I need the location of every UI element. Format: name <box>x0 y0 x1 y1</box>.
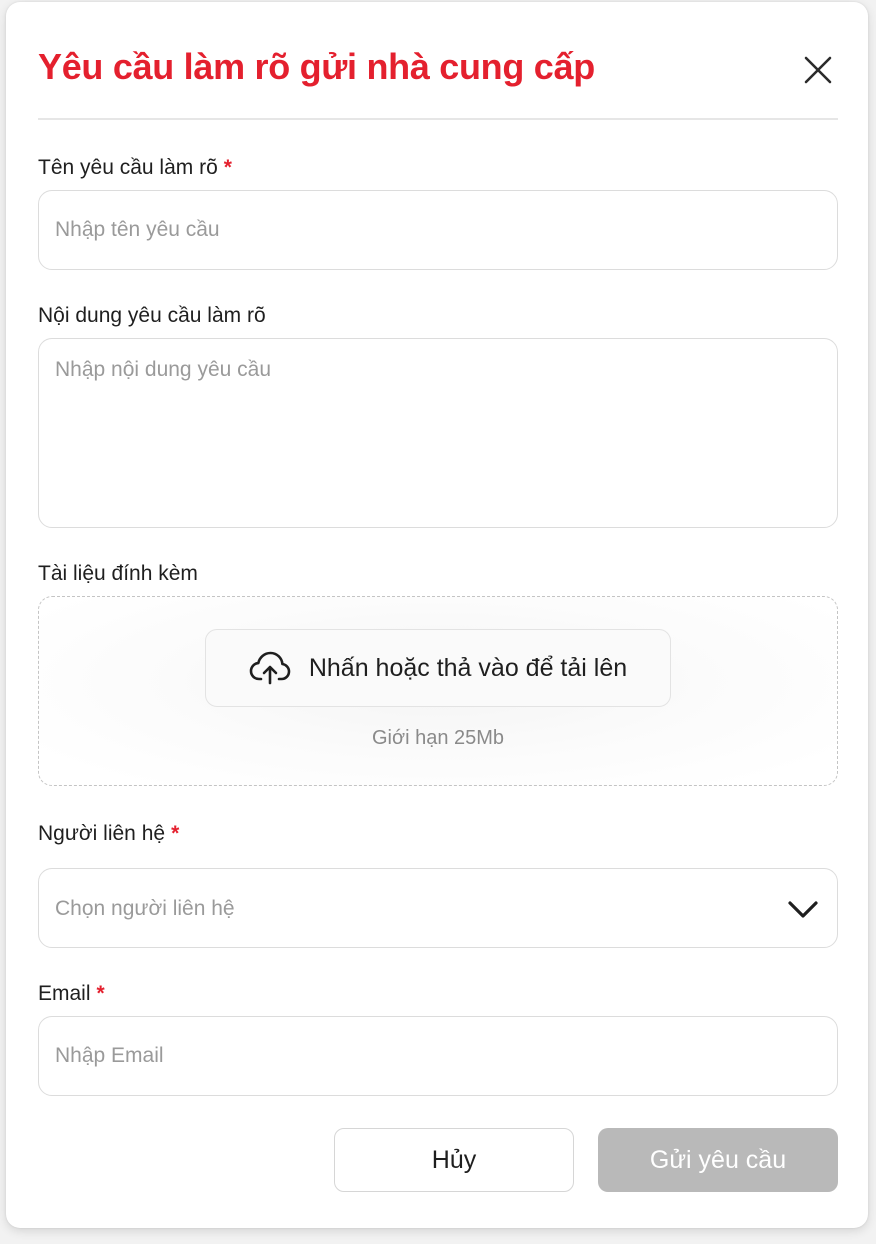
email-input[interactable] <box>38 1016 838 1096</box>
email-label: Email * <box>38 982 105 1006</box>
request-name-input[interactable] <box>38 190 838 270</box>
cancel-button[interactable]: Hủy <box>334 1128 574 1192</box>
chevron-down-icon <box>788 901 818 918</box>
upload-button[interactable]: Nhấn hoặc thả vào để tải lên <box>205 629 671 707</box>
submit-request-button[interactable]: Gửi yêu cầu <box>598 1128 838 1192</box>
email-label-text: Email <box>38 982 91 1005</box>
contact-label-text: Người liên hệ <box>38 822 166 845</box>
contact-select-value: Chọn người liên hệ <box>55 897 235 920</box>
clarification-request-modal: Yêu cầu làm rõ gửi nhà cung cấp Tên yêu … <box>6 2 868 1228</box>
required-mark: * <box>96 982 105 1005</box>
request-name-label: Tên yêu cầu làm rõ * <box>38 156 232 180</box>
request-content-textarea[interactable] <box>38 338 838 528</box>
contact-label: Người liên hệ * <box>38 822 179 846</box>
required-mark: * <box>223 156 232 179</box>
close-button[interactable] <box>798 50 838 90</box>
close-icon <box>804 56 832 84</box>
attachments-label: Tài liệu đính kèm <box>38 562 198 585</box>
file-dropzone[interactable]: Nhấn hoặc thả vào để tải lên Giới hạn 25… <box>38 596 838 786</box>
modal-header: Yêu cầu làm rõ gửi nhà cung cấp <box>38 2 838 120</box>
required-mark: * <box>171 822 180 845</box>
upload-label: Nhấn hoặc thả vào để tải lên <box>308 653 628 682</box>
request-name-label-text: Tên yêu cầu làm rõ <box>38 156 218 179</box>
file-size-limit: Giới hạn 25Mb <box>371 727 505 749</box>
modal-title: Yêu cầu làm rõ gửi nhà cung cấp <box>38 46 595 87</box>
cloud-upload-icon <box>249 651 291 685</box>
contact-select[interactable]: Chọn người liên hệ <box>38 868 838 948</box>
request-content-label: Nội dung yêu cầu làm rõ <box>38 304 266 327</box>
